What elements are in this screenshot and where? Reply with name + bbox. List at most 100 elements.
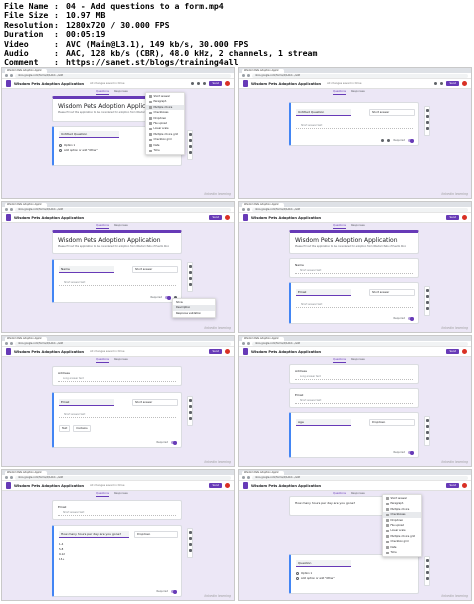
import-icon[interactable] [188,405,192,408]
preview-icon[interactable] [440,82,444,85]
palette-icon[interactable] [434,82,438,85]
back-icon[interactable] [242,74,245,77]
forms-logo-icon[interactable] [243,348,248,355]
browser-tab[interactable]: Wisdom Pets Adoption Applic [242,203,284,207]
question-type-select[interactable]: Short answer [132,399,178,406]
form-title[interactable]: Wisdom Pets Adoption Application [14,82,84,86]
copy-icon[interactable] [381,139,385,142]
question-title-input[interactable]: How many hours per day are you gone? [59,531,129,538]
tab-questions[interactable]: Questions [96,90,109,95]
title-icon[interactable] [188,411,192,414]
image-icon[interactable] [188,549,192,552]
tab-questions[interactable]: Questions [333,90,346,95]
question-title-input[interactable]: Untitled Question [296,109,351,116]
question-card[interactable]: Email Short answer Short answer text Req… [289,282,419,324]
add-question-icon[interactable] [425,419,429,422]
preview-icon[interactable] [197,82,201,85]
tab-questions[interactable]: Questions [96,224,109,229]
option-row[interactable]: 13+ [54,557,181,562]
question-title-input[interactable]: Name [59,266,114,273]
back-icon[interactable] [5,74,8,77]
browser-tab[interactable]: Wisdom Pets Adoption Applic [5,337,47,341]
url-field[interactable]: docs.google.com/forms/d/1AbC.../edit [252,475,468,480]
browser-tab[interactable]: Wisdom Pets Adoption Applic [242,337,284,341]
question-title-input[interactable]: Question [296,560,351,567]
image-icon[interactable] [425,577,429,580]
tab-questions[interactable]: Questions [333,358,346,363]
send-button[interactable]: Send [446,482,459,489]
form-description[interactable]: Please fill out this application to be c… [53,245,181,248]
tab-responses[interactable]: Responses [114,90,128,95]
question-type-select[interactable]: Short answer [369,109,415,116]
tab-responses[interactable]: Responses [351,90,365,95]
option-label[interactable]: 13+ [59,558,64,561]
forward-icon[interactable] [247,208,250,211]
question-title-input[interactable]: Untitled Question [59,131,119,138]
question-label[interactable]: Name [290,259,418,268]
question-card[interactable]: Untitled Question Short answer Short ans… [289,102,419,146]
option-label[interactable]: 5-8 [59,548,63,551]
question-type-select[interactable]: Short answer [369,289,415,296]
option-label[interactable]: Option 1 [301,572,312,575]
forward-icon[interactable] [247,74,250,77]
form-title[interactable]: Wisdom Pets Adoption Application [14,216,84,220]
browser-tab[interactable]: Wisdom Pets Adoption Applic [242,471,284,475]
browser-tab[interactable]: Wisdom Pets Adoption Applic [5,69,47,73]
avatar[interactable] [462,81,467,86]
url-field[interactable]: docs.google.com/forms/d/1AbC.../edit [15,207,231,212]
back-icon[interactable] [242,342,245,345]
title-icon[interactable] [425,431,429,434]
question-card[interactable]: Question Option 1 Add option or add "Oth… [289,554,419,594]
trash-icon[interactable] [387,139,391,142]
import-icon[interactable] [188,139,192,142]
forward-icon[interactable] [247,342,250,345]
question-label[interactable]: Email [290,389,418,398]
forms-logo-icon[interactable] [243,482,248,489]
question-label[interactable]: Address [53,367,181,376]
form-title[interactable]: Wisdom Pets Adoption Application [251,82,321,86]
required-toggle[interactable] [171,440,177,445]
add-option-link[interactable]: Add option or add "Other" [301,577,335,580]
forms-logo-icon[interactable] [6,80,11,87]
question-card[interactable]: Name Short answer Short answer text Requ… [52,259,182,303]
validation-rule-select[interactable]: Contains [73,425,91,432]
title-icon[interactable] [188,543,192,546]
browser-tab[interactable]: Wisdom Pets Adoption Applic [5,203,47,207]
form-title[interactable]: Wisdom Pets Adoption Application [14,484,84,488]
avatar[interactable] [462,349,467,354]
back-icon[interactable] [242,476,245,479]
forward-icon[interactable] [10,476,13,479]
question-label[interactable]: Address [290,365,418,374]
question-type-select[interactable]: Dropdown [134,531,178,538]
form-description[interactable]: Please fill out this application to be c… [290,245,418,248]
add-question-icon[interactable] [188,133,192,136]
form-heading[interactable]: Wisdom Pets Adoption Application [290,233,418,245]
title-icon[interactable] [425,571,429,574]
option-label[interactable]: Option 1 [64,144,75,147]
forms-logo-icon[interactable] [6,214,11,221]
image-icon[interactable] [425,127,429,130]
menu-item[interactable]: Time [383,550,421,555]
add-question-icon[interactable] [425,559,429,562]
tab-responses[interactable]: Responses [114,358,128,363]
question-card[interactable]: Address Long answer text [289,364,419,384]
form-heading[interactable]: Wisdom Pets Adoption Application [53,233,181,245]
question-card[interactable]: Email Short answer Short answer text Tex… [52,392,182,448]
question-title-input[interactable]: Age [296,419,351,426]
required-toggle[interactable] [408,138,414,143]
browser-tab[interactable]: Wisdom Pets Adoption Applic [242,69,284,73]
question-label[interactable]: Email [53,501,181,510]
import-icon[interactable] [425,115,429,118]
question-card[interactable]: Address Long answer text [52,366,182,386]
back-icon[interactable] [5,476,8,479]
required-toggle[interactable] [165,295,171,300]
image-icon[interactable] [188,417,192,420]
back-icon[interactable] [5,342,8,345]
form-title[interactable]: Wisdom Pets Adoption Application [251,484,321,488]
title-icon[interactable] [425,121,429,124]
send-button[interactable]: Send [209,482,222,489]
avatar[interactable] [225,349,230,354]
avatar[interactable] [462,215,467,220]
menu-item[interactable]: Response validation [173,311,215,316]
add-question-icon[interactable] [425,289,429,292]
